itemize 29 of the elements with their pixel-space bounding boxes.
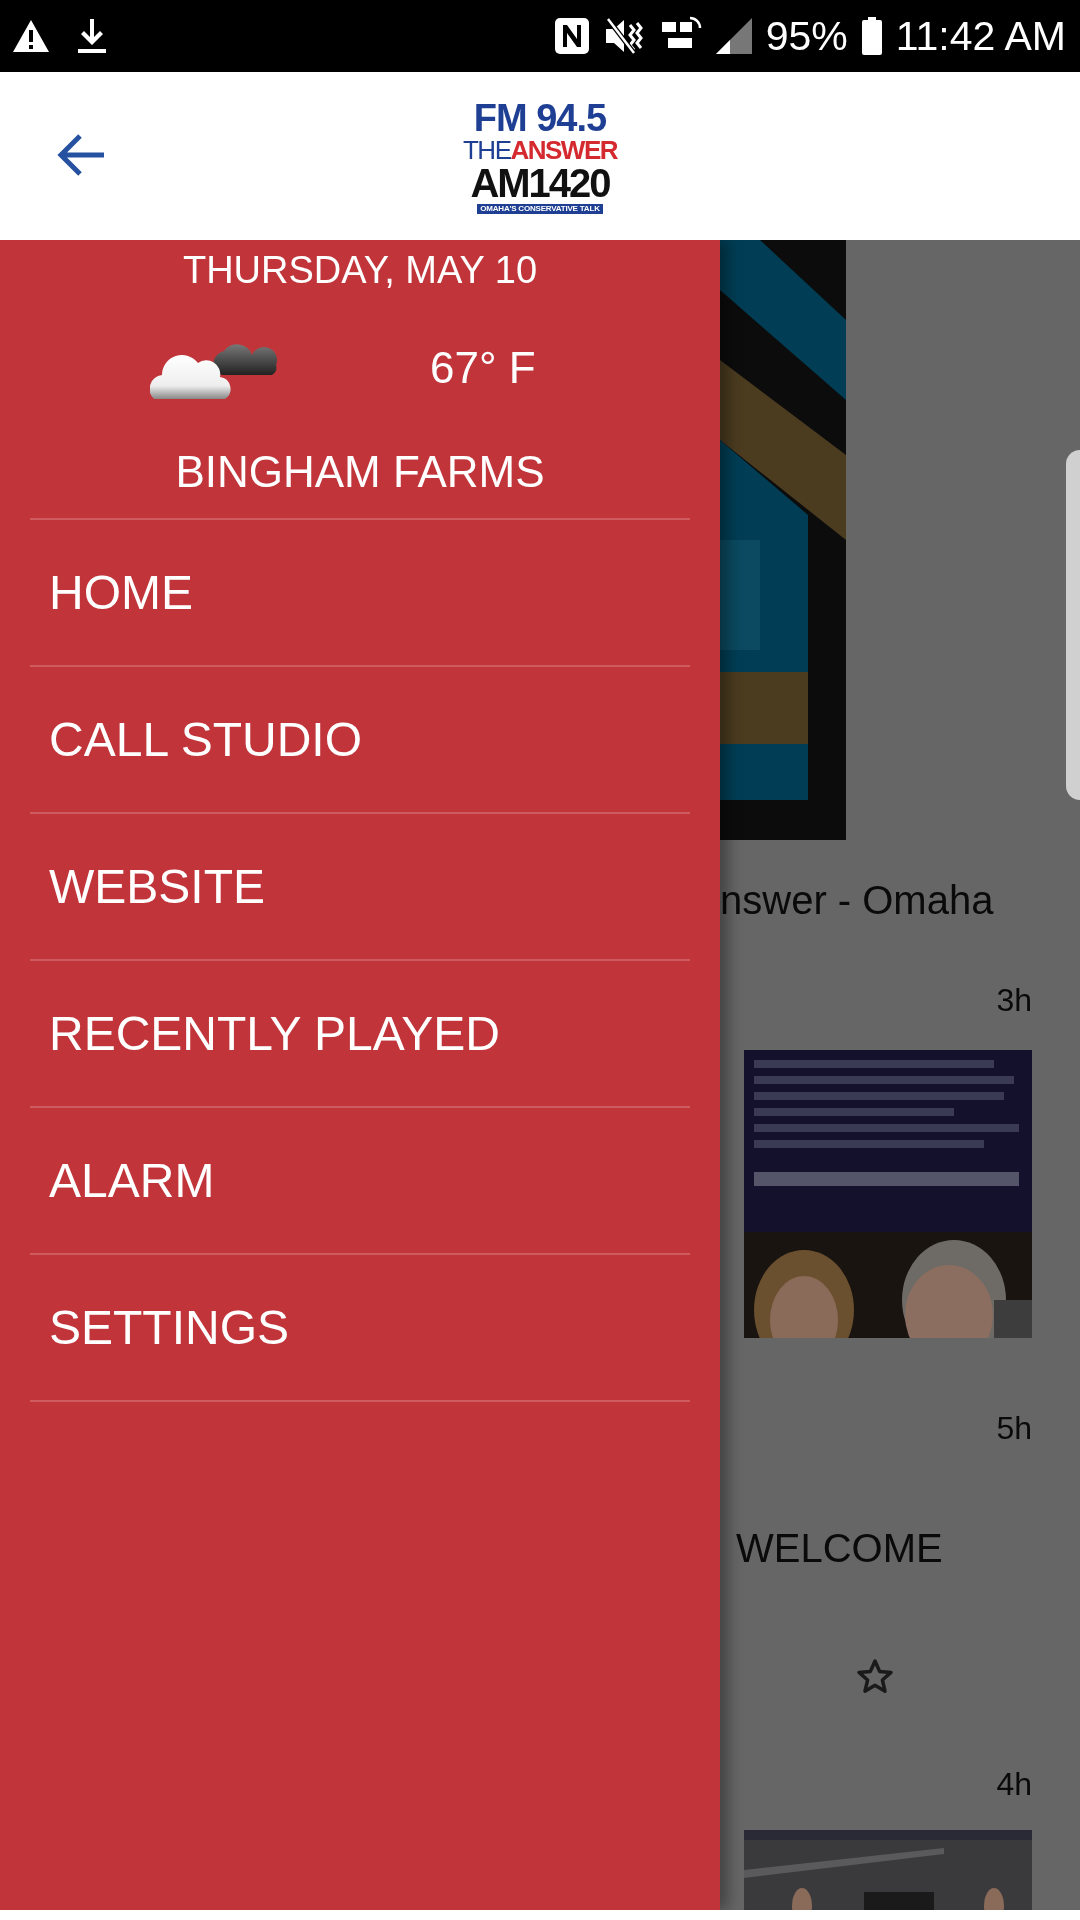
logo-text: AM1420 <box>470 162 610 203</box>
mute-icon <box>603 17 646 55</box>
menu-item[interactable]: WEBSITE <box>30 814 690 961</box>
battery-percent: 95% <box>765 12 848 60</box>
temperature: 67° F <box>430 343 536 393</box>
logo-text: FM 94.5 <box>473 98 607 137</box>
menu-item[interactable]: SETTINGS <box>30 1255 690 1402</box>
signal-icon <box>715 18 752 54</box>
menu-item[interactable]: ALARM <box>30 1108 690 1255</box>
logo-text: ANSWER <box>510 136 618 163</box>
menu-item[interactable]: RECENTLY PLAYED <box>30 961 690 1108</box>
clock: 11:42 AM <box>895 12 1066 60</box>
scroll-handle[interactable] <box>1066 450 1080 800</box>
download-icon <box>78 19 106 53</box>
warning-icon <box>12 19 50 53</box>
logo-text: THE <box>462 136 511 163</box>
date-label: THURSDAY, MAY 10 <box>182 248 538 292</box>
time-ago: 3h <box>996 981 1032 1020</box>
location-label: BINGHAM FARMS <box>175 446 545 498</box>
nfc-icon <box>553 17 590 55</box>
time-ago: 4h <box>996 1765 1032 1804</box>
article-title: nswer - Omaha <box>720 877 995 924</box>
menu-item[interactable]: HOME <box>30 520 690 667</box>
time-ago: 5h <box>996 1409 1032 1448</box>
menu-item[interactable]: CALL STUDIO <box>30 667 690 814</box>
star-icon[interactable] <box>856 1658 894 1694</box>
battery-icon <box>861 17 882 55</box>
logo-tagline: OMAHA'S CONSERVATIVE TALK <box>477 203 603 214</box>
article-title: WELCOME <box>736 1525 944 1572</box>
